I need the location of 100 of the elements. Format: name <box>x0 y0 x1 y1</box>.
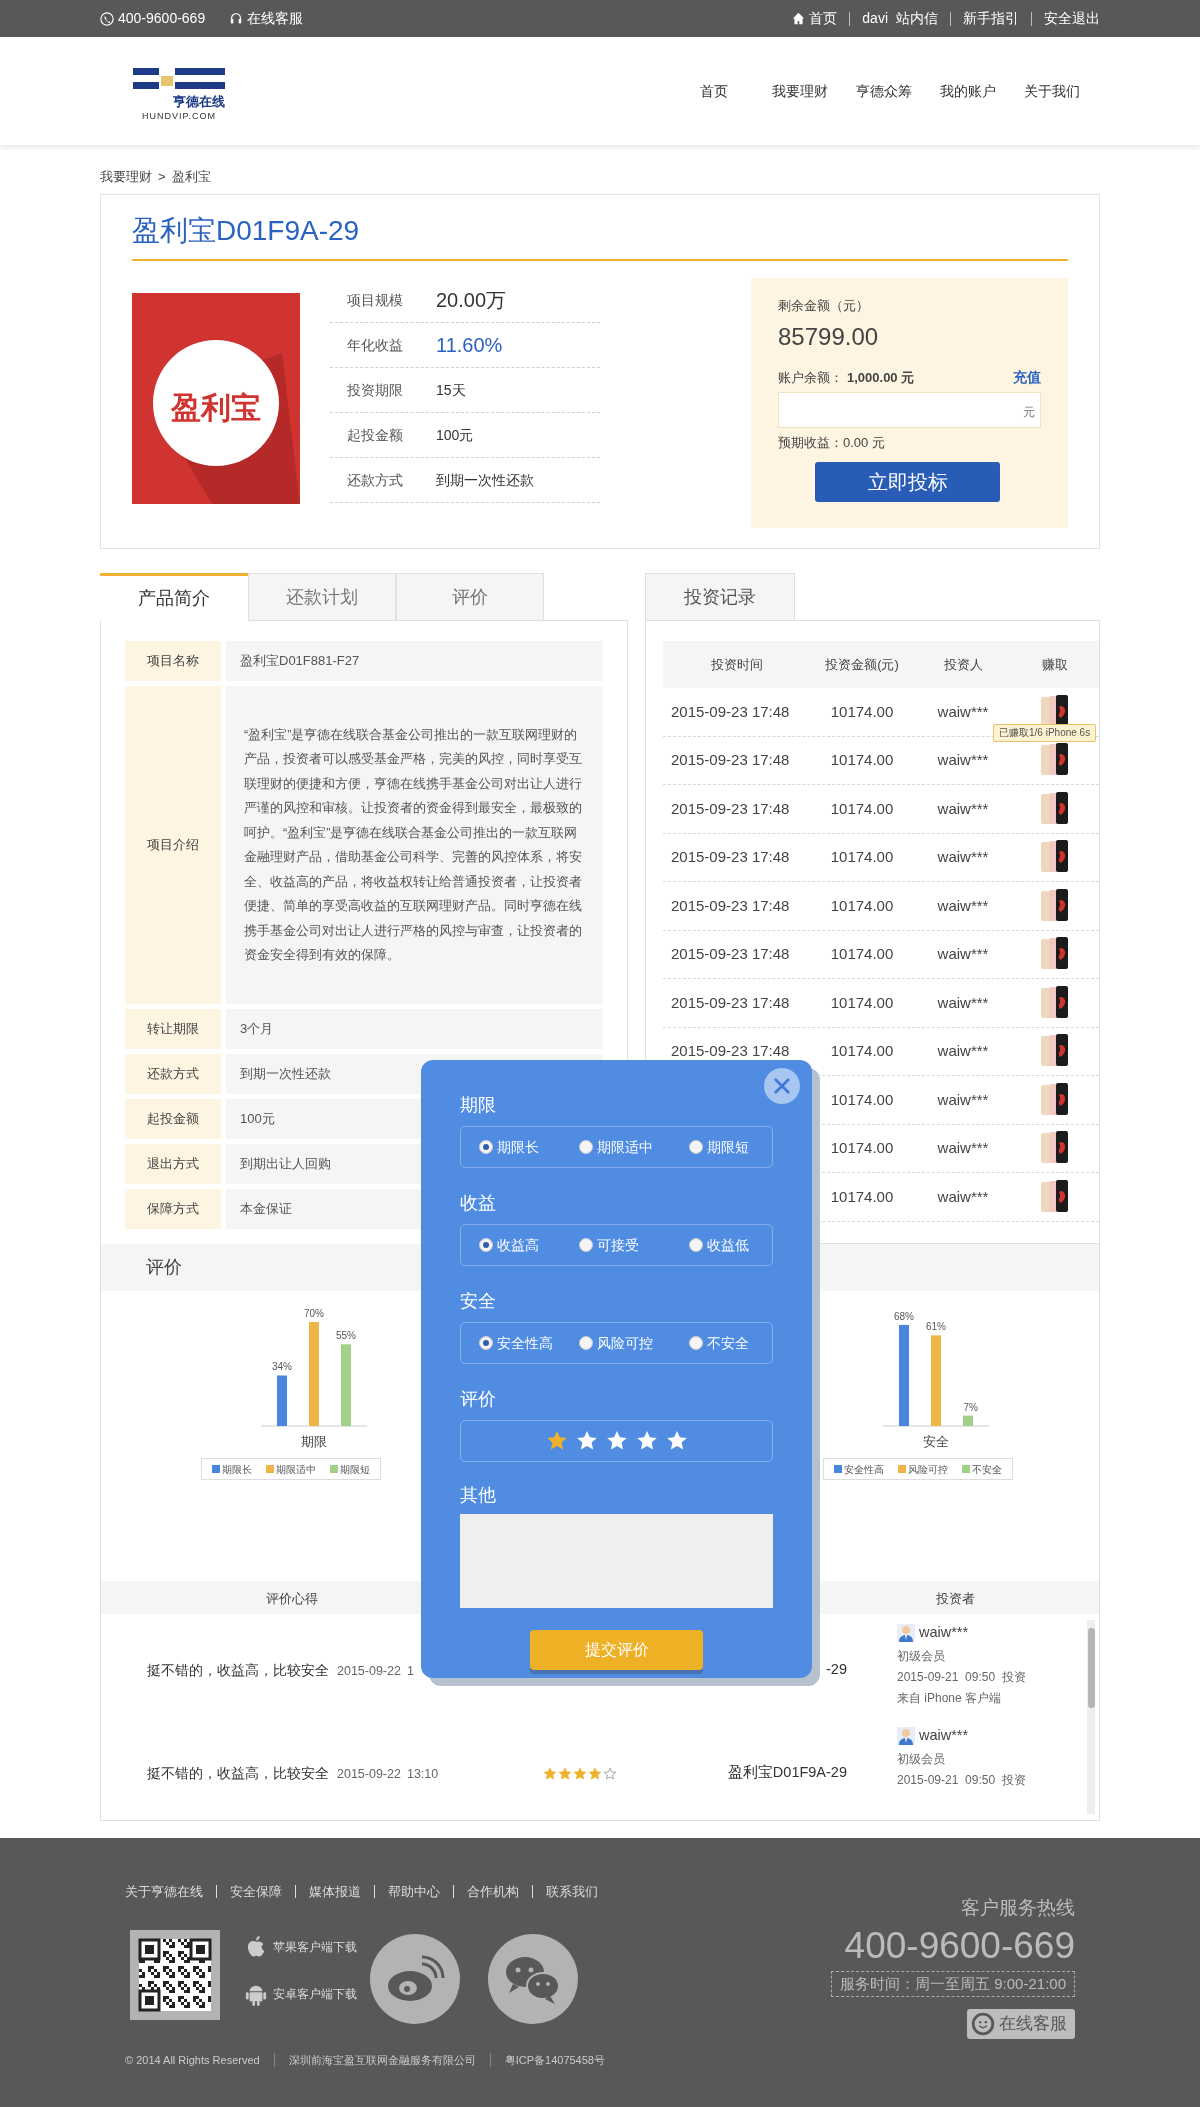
app-download-link[interactable]: 苹果客户端下载 <box>273 1938 357 1956</box>
unit-label: % <box>937 1321 946 1333</box>
radio-button[interactable] <box>479 1140 493 1154</box>
category-label: 期限 <box>301 1434 327 1449</box>
records-tab[interactable]: 投资记录 <box>645 573 795 621</box>
footer-link[interactable]: 安全保障 <box>230 1882 282 1902</box>
radio-button[interactable] <box>579 1140 593 1154</box>
table-cell-text: waiw*** <box>936 1138 990 1158</box>
amount-field[interactable]: 元 <box>778 391 1041 428</box>
radio-button[interactable] <box>579 1336 593 1350</box>
fact-label: 投资期限 <box>346 380 404 400</box>
bar <box>963 1415 973 1426</box>
table-cell-text: 10174.00 <box>829 895 895 916</box>
nav-link[interactable]: 亨德众筹 <box>856 80 912 102</box>
avatar-icon <box>897 1726 915 1745</box>
table-cell-text: 2015-09-23 17:48 <box>670 1041 791 1061</box>
logo-text: 亨德在线 <box>173 94 225 110</box>
review-comment: 挺不错的，收益高，比较安全 <box>147 1661 330 1680</box>
app-download-link[interactable]: 安卓客户端下载 <box>273 1985 357 2003</box>
online-service-link[interactable]: 在线客服 <box>247 8 304 29</box>
table-cell-text: waiw*** <box>936 1186 990 1207</box>
remaining-amount: 85799.00 <box>778 321 880 352</box>
product-title: 盈利宝D01F9A-29 <box>132 214 361 248</box>
invest-time: 2015-09-21 09:50 投资 <box>897 1771 1026 1789</box>
unit-label: 元 <box>1023 403 1035 421</box>
online-service-button[interactable]: 在线客服 <box>967 2008 1075 2039</box>
detail-tab[interactable]: 评价 <box>396 573 544 621</box>
breadcrumb-link[interactable]: 我要理财 <box>100 167 152 187</box>
service-hours: 服务时间：周一至周五 9:00-21:00 <box>831 1970 1075 1997</box>
data-label: 34 <box>271 1361 283 1373</box>
invest-source: 来自 iPhone 客户端 <box>897 1689 1003 1707</box>
footer-link[interactable]: 媒体报道 <box>309 1882 361 1902</box>
table-cell-text: waiw*** <box>936 750 990 770</box>
table-cell-text: 2015-09-23 17:48 <box>670 895 791 916</box>
nav-link[interactable]: 我要理财 <box>772 80 828 102</box>
group-title: 安全 <box>460 1290 497 1313</box>
legend-label: 安全性高 <box>844 1462 884 1477</box>
group-title: 其他 <box>460 1484 497 1507</box>
table-cell-text: waiw*** <box>936 847 990 867</box>
cover-text: 盈利宝 <box>170 390 262 426</box>
radio-button[interactable] <box>479 1238 493 1252</box>
footer-link[interactable]: 合作机构 <box>467 1882 519 1902</box>
unit-label: % <box>347 1330 356 1342</box>
top-link[interactable]: 新手指引 <box>963 8 1019 29</box>
detail-label: 项目名称 <box>125 641 221 681</box>
table-cell-text: 2015-09-23 17:48 <box>670 944 791 964</box>
review-product: -29 <box>826 1660 847 1679</box>
username-link[interactable]: davi <box>862 8 888 29</box>
detail-label: 退出方式 <box>125 1144 221 1184</box>
nav-link[interactable]: 我的账户 <box>940 80 996 102</box>
data-label: 70 <box>303 1308 315 1319</box>
detail-label: 保障方式 <box>125 1189 221 1229</box>
top-link[interactable]: 站内信 <box>896 8 938 29</box>
table-cell-text: 10174.00 <box>829 1041 895 1061</box>
detail-value: 到期一次性还款 <box>240 1065 331 1084</box>
nav-link[interactable]: 关于我们 <box>1024 80 1080 102</box>
chat-icon[interactable] <box>488 1934 578 2024</box>
phones-icon <box>1040 888 1070 923</box>
radio-button[interactable] <box>689 1238 703 1252</box>
scrollbar-thumb[interactable] <box>1087 1628 1095 1708</box>
detail-tab[interactable]: 还款计划 <box>248 573 396 621</box>
column-header: 投资者 <box>936 1590 975 1608</box>
weibo-icon[interactable] <box>370 1934 460 2024</box>
radio-button[interactable] <box>579 1238 593 1252</box>
detail-value: 3个月 <box>240 1020 274 1039</box>
balance-label: 账户余额： <box>778 369 843 387</box>
radio-label: 收益低 <box>707 1235 749 1255</box>
column-header: 投资金额(元) <box>824 655 900 674</box>
footer-text: © 2014 All Rights Reserved <box>125 2053 260 2068</box>
scrollbar[interactable] <box>1087 1620 1095 1814</box>
table-cell-text: waiw*** <box>936 895 990 916</box>
radio-button[interactable] <box>689 1140 703 1154</box>
footer-link[interactable]: 联系我们 <box>546 1882 598 1902</box>
invest-time: 2015-09-21 09:50 投资 <box>897 1668 1026 1686</box>
top-link[interactable]: 安全退出 <box>1044 8 1100 29</box>
phones-icon <box>1040 743 1070 778</box>
radio-label: 安全性高 <box>497 1333 553 1353</box>
phone-icon <box>100 11 114 26</box>
home-link[interactable]: 首页 <box>809 8 838 29</box>
footer-link[interactable]: 关于亨德在线 <box>125 1882 203 1902</box>
fact-value: 100元 <box>436 425 474 445</box>
phones-icon <box>1040 1131 1070 1166</box>
table-cell-text: 10174.00 <box>829 1089 895 1110</box>
smiley-icon <box>969 2009 997 2038</box>
detail-value: 到期出让人回购 <box>240 1155 331 1174</box>
footer-link[interactable]: 帮助中心 <box>388 1882 440 1902</box>
review-comment: 挺不错的，收益高，比较安全 <box>147 1764 330 1783</box>
fact-label: 项目规模 <box>346 290 404 310</box>
close-button[interactable] <box>764 1068 800 1104</box>
data-label: 7 <box>963 1401 969 1413</box>
radio-button[interactable] <box>479 1336 493 1350</box>
table-cell-text: 10174.00 <box>829 1138 895 1158</box>
table-cell-text: 10174.00 <box>829 798 895 819</box>
invest-button[interactable]: 立即投标 <box>815 462 1000 502</box>
recharge-link[interactable]: 充值 <box>1013 366 1041 388</box>
data-label: 55 <box>335 1330 347 1342</box>
breadcrumb-link[interactable]: 盈利宝 <box>171 167 211 187</box>
legend-label: 期限适中 <box>276 1462 316 1477</box>
nav-link[interactable]: 首页 <box>684 80 744 102</box>
radio-button[interactable] <box>689 1336 703 1350</box>
